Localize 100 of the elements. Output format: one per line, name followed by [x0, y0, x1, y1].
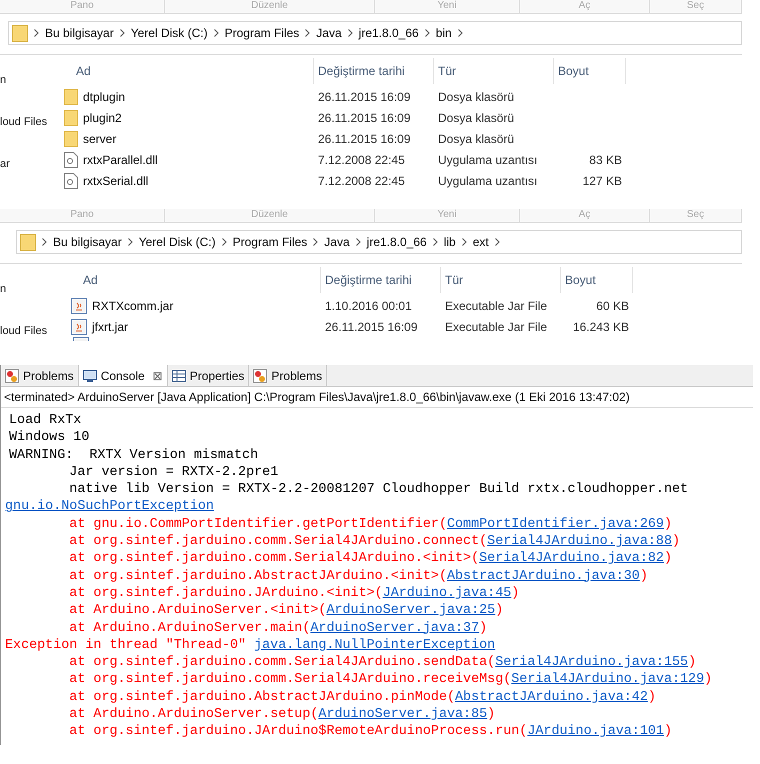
- error-text: at Arduino.ArduinoServer.<init>(: [68, 603, 326, 618]
- stack-link[interactable]: AbstractJArduino.java:30: [446, 568, 640, 584]
- console-text: Jar version = RXTX-2.2pre1: [68, 464, 280, 482]
- file-name[interactable]: plugin2: [83, 110, 122, 124]
- nav-item[interactable]: n: [0, 73, 58, 87]
- view-tab[interactable]: Console ⊠: [78, 365, 168, 386]
- console-text: native lib Version = RXTX-2.2-20081207 Cloudhopper Build rxtx.cloudhopper.net: [68, 481, 690, 499]
- file-name[interactable]: rxtxParallel.dll: [83, 152, 158, 166]
- address-bar[interactable]: Bu bilgisayar Yerel Disk (C:) Program Files Java jre1.8.0_66 bin: [8, 21, 742, 45]
- stack-link[interactable]: ArduinoServer.java:85: [318, 707, 488, 722]
- error-text: ): [664, 551, 672, 566]
- nav-item[interactable]: ar: [0, 157, 58, 171]
- problems-icon: [5, 368, 19, 382]
- ribbon-group-label: Pano: [0, 209, 165, 222]
- error-text: ): [688, 655, 696, 670]
- stack-link[interactable]: Serial4JArduino.java:88: [487, 534, 672, 550]
- error-text: ): [664, 724, 672, 740]
- stack-link[interactable]: JArduino.java:101: [527, 724, 664, 740]
- breadcrumb-item[interactable]: Bu bilgisayar: [45, 26, 114, 40]
- view-tab[interactable]: Problems: [249, 365, 328, 386]
- ribbon-group-label: Seç: [650, 209, 742, 222]
- breadcrumb-item[interactable]: Java: [316, 26, 342, 40]
- error-text: at org.sintef.jarduino.comm.Serial4JArduino.sendData(: [68, 655, 496, 670]
- view-tab[interactable]: Properties: [168, 365, 250, 386]
- column-header[interactable]: Ad: [65, 267, 321, 293]
- type-cell-text: Executable Jar File: [444, 320, 548, 334]
- file-name[interactable]: rxtxSerial.dll: [83, 174, 148, 188]
- nav-item[interactable]: n: [0, 282, 65, 296]
- chevron-icon: [34, 29, 39, 37]
- type-cell-text: Uygulama uzantısı: [437, 152, 538, 166]
- stack-link[interactable]: CommPortIdentifier.java:269: [446, 516, 664, 532]
- ribbon-group-label: Aç: [520, 209, 650, 222]
- folder-icon: [64, 88, 78, 104]
- column-header[interactable]: Boyut: [554, 58, 626, 84]
- column-header[interactable]: Tür: [434, 58, 554, 84]
- stack-link[interactable]: Serial4JArduino.java:82: [479, 551, 664, 566]
- ribbon-group-label: Aç: [520, 0, 650, 13]
- chevron-icon: [305, 29, 310, 37]
- column-header[interactable]: Boyut: [561, 267, 633, 293]
- error-text: at org.sintef.jarduino.comm.Serial4JArduino.connect(: [68, 534, 488, 550]
- column-header[interactable]: Tür: [441, 267, 561, 293]
- folder-icon: [12, 24, 28, 42]
- stack-link[interactable]: ArduinoServer.java:25: [326, 603, 496, 618]
- column-header[interactable]: Değiştirme tarihi: [314, 58, 434, 84]
- breadcrumb-item[interactable]: Yerel Disk (C:): [130, 26, 208, 40]
- view-tab[interactable]: Problems: [1, 365, 79, 386]
- breadcrumb-item[interactable]: Program Files: [224, 26, 300, 40]
- table-icon: [172, 368, 186, 382]
- ribbon-group-label: Yeni: [375, 0, 520, 13]
- column-header[interactable]: Ad: [58, 58, 314, 84]
- stack-link[interactable]: Serial4JArduino.java:129: [511, 672, 704, 688]
- console-header: <terminated> ArduinoServer [Java Application] C:\Program Files\Java\jre1.8.0_66\bin\javaw.exe (1 Eki 2016 13:47:02): [1, 387, 753, 408]
- stack-link[interactable]: AbstractJArduino.java:42: [455, 690, 648, 705]
- file-name[interactable]: server: [83, 132, 116, 146]
- chevron-icon: [222, 238, 227, 246]
- error-text: at org.sintef.jarduino.comm.Serial4JArduino.receiveMsg(: [68, 672, 512, 688]
- date-cell-text: 7.12.2008 22:45: [317, 152, 406, 166]
- file-name[interactable]: jfxrt.jar: [92, 320, 128, 334]
- breadcrumb-item[interactable]: Java: [324, 235, 350, 249]
- date-cell-text: 26.11.2015 16:09: [317, 132, 412, 146]
- chevron-icon: [313, 238, 318, 246]
- ribbon-group-label: Yeni: [375, 209, 520, 222]
- breadcrumb-item[interactable]: jre1.8.0_66: [366, 235, 427, 249]
- console-text: Windows 10: [8, 429, 90, 448]
- breadcrumb-item[interactable]: Yerel Disk (C:): [138, 235, 216, 249]
- breadcrumb-item[interactable]: Program Files: [232, 235, 308, 249]
- stack-link[interactable]: Serial4JArduino.java:155: [495, 655, 688, 670]
- error-text: at org.sintef.jarduino.comm.Serial4JArduino.<init>(: [68, 551, 480, 566]
- chevron-icon: [494, 238, 500, 246]
- error-text: ): [487, 707, 496, 722]
- error-text: ): [640, 568, 648, 584]
- breadcrumb-item[interactable]: ext: [472, 235, 489, 249]
- breadcrumb-item[interactable]: jre1.8.0_66: [358, 26, 419, 40]
- error-text: at gnu.io.CommPortIdentifier.getPortIdentifier(: [68, 516, 447, 532]
- column-header[interactable]: Değiştirme tarihi: [321, 267, 441, 293]
- error-text: at org.sintef.jarduino.AbstractJArduino.<init>(: [68, 568, 447, 584]
- breadcrumb-item[interactable]: Bu bilgisayar: [53, 235, 122, 249]
- monitor-icon: [82, 368, 97, 382]
- ribbon-group-label: Pano: [0, 0, 165, 13]
- chevron-icon: [214, 29, 219, 37]
- address-bar[interactable]: Bu bilgisayar Yerel Disk (C:) Program Files Java jre1.8.0_66 lib ext: [16, 230, 742, 254]
- stack-link[interactable]: JArduino.java:45: [382, 586, 512, 601]
- nav-item[interactable]: loud Files: [0, 115, 58, 129]
- ribbon-group-label: Düzenle: [165, 0, 375, 13]
- stack-link[interactable]: gnu.io.NoSuchPortException: [5, 499, 214, 514]
- error-text: at org.sintef.jarduino.JArduino.<init>(: [68, 586, 383, 601]
- breadcrumb-item[interactable]: bin: [436, 26, 452, 40]
- date-cell-text: 26.11.2015 16:09: [317, 110, 412, 124]
- file-name[interactable]: dtplugin: [83, 90, 126, 104]
- stack-link[interactable]: ArduinoServer.java:37: [310, 620, 480, 636]
- chevron-icon: [348, 29, 353, 37]
- breadcrumb-item[interactable]: lib: [444, 235, 456, 249]
- size-cell-text: 60 KB: [595, 298, 630, 312]
- stack-link[interactable]: java.lang.NullPointerException: [254, 638, 496, 653]
- file-name[interactable]: RXTXcomm.jar: [92, 298, 174, 312]
- chevron-icon: [120, 29, 125, 37]
- error-text: ): [511, 586, 520, 601]
- close-icon[interactable]: ⊠: [152, 368, 163, 382]
- type-cell-text: Executable Jar File: [444, 298, 548, 312]
- nav-item[interactable]: loud Files: [0, 324, 65, 338]
